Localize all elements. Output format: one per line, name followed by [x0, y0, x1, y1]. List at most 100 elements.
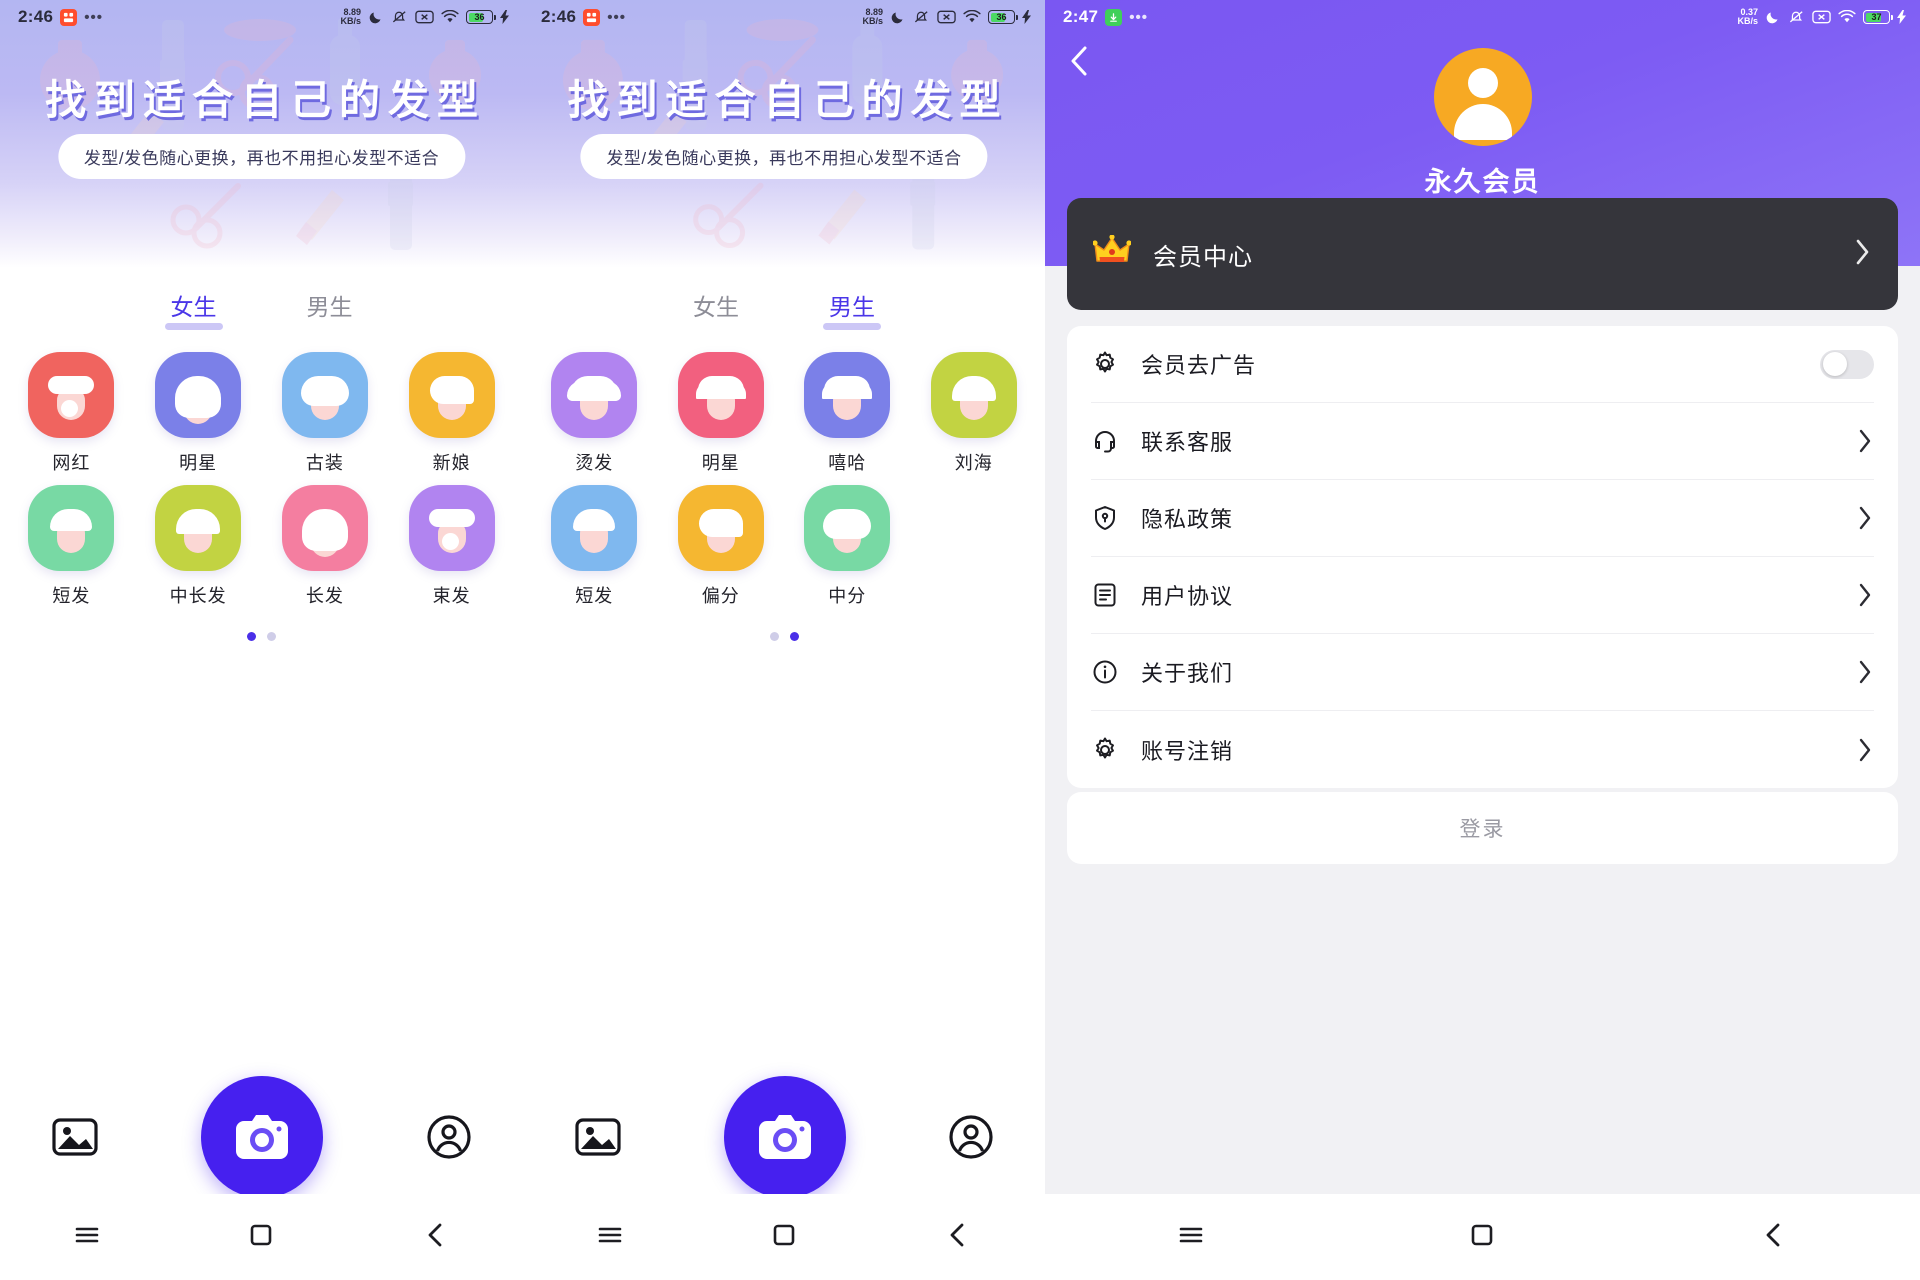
hairstyle-label: 明星	[179, 453, 218, 473]
hairstyle-label: 明星	[701, 453, 740, 473]
settings-row-remove-ads[interactable]: 会员去广告	[1091, 326, 1874, 403]
moon-icon	[1765, 9, 1781, 25]
hairstyle-thumb	[408, 485, 495, 571]
member-center-card[interactable]: 会员中心	[1067, 198, 1898, 310]
info-icon	[1091, 658, 1125, 686]
mute-bell-icon	[1788, 9, 1805, 25]
nav-recents-button[interactable]	[1176, 1220, 1206, 1255]
gallery-button[interactable]	[52, 1117, 98, 1157]
remove-ads-toggle[interactable]	[1820, 349, 1874, 379]
hairstyle-label: 网红	[52, 453, 91, 473]
app-badge-icon	[60, 8, 78, 26]
hairstyle-item[interactable]: 短发	[8, 485, 135, 608]
hairstyle-item[interactable]: 束发	[388, 485, 515, 608]
pager-dot[interactable]	[267, 632, 276, 641]
hairstyle-thumb	[155, 485, 242, 571]
profile-button[interactable]	[949, 1115, 993, 1159]
wifi-icon	[1838, 10, 1856, 24]
settings-label: 会员去广告	[1141, 353, 1257, 378]
pager-dot-active[interactable]	[247, 632, 256, 641]
hairstyle-label: 嘻哈	[828, 453, 867, 473]
camera-button[interactable]	[723, 1076, 846, 1198]
status-time: 2:46	[18, 7, 54, 26]
tab-female[interactable]: 女生	[687, 286, 745, 330]
network-speed-unit: KB/s	[340, 16, 361, 26]
pager-dot-active[interactable]	[789, 632, 799, 641]
hairstyle-label: 短发	[52, 586, 91, 606]
android-nav-bar-middle	[523, 1194, 1045, 1280]
hairstyle-thumb	[281, 352, 368, 438]
hairstyle-item[interactable]: 烫发	[531, 352, 658, 475]
chevron-right-icon	[1856, 658, 1874, 686]
hairstyle-item[interactable]: 明星	[135, 352, 262, 475]
app-badge-icon	[583, 8, 601, 26]
battery-icon: 36	[466, 10, 496, 24]
hairstyle-item[interactable]: 嘻哈	[784, 352, 911, 475]
hairstyle-thumb	[408, 352, 495, 438]
chevron-right-icon	[1852, 236, 1872, 273]
avatar[interactable]	[1433, 48, 1532, 146]
hairstyle-label: 中分	[828, 586, 867, 606]
hairstyle-item-empty	[911, 485, 1038, 608]
hairstyle-item[interactable]: 短发	[531, 485, 658, 608]
nav-recents-button[interactable]	[72, 1220, 102, 1255]
hairstyle-item[interactable]: 中长发	[135, 485, 262, 608]
tab-male[interactable]: 男生	[823, 286, 881, 330]
network-speed: 8.89 KB/s	[862, 8, 883, 26]
tab-male[interactable]: 男生	[301, 286, 359, 330]
settings-label: 用户协议	[1141, 584, 1234, 609]
settings-label: 联系客服	[1141, 430, 1234, 455]
hairstyle-item[interactable]: 网红	[8, 352, 135, 475]
nav-home-button[interactable]	[246, 1220, 276, 1255]
hairstyle-label: 古装	[305, 453, 344, 473]
nav-back-button[interactable]	[1759, 1220, 1789, 1255]
hero-banner: 找到适合自己的发型 发型/发色随心更换，再也不用担心发型不适合	[0, 0, 523, 268]
pager-dot[interactable]	[769, 632, 779, 641]
settings-row-user-agreement[interactable]: 用户协议	[1091, 557, 1874, 634]
gender-tabs-middle: 女生 男生	[523, 286, 1045, 330]
settings-row-about-us[interactable]: 关于我们	[1091, 634, 1874, 711]
hairstyle-item[interactable]: 古装	[262, 352, 389, 475]
hairstyle-item[interactable]: 偏分	[658, 485, 785, 608]
status-bar-left-group: 2:46 •••	[18, 7, 103, 27]
download-badge-icon	[1105, 8, 1123, 26]
status-overflow-dots: •••	[1129, 8, 1148, 26]
camera-button[interactable]	[201, 1076, 324, 1198]
banner-title: 找到适合自己的发型	[567, 77, 1009, 123]
screen-home-male: 2:46 ••• 8.89 KB/s 36 找到适合自己的发型 发型/发色随心更…	[523, 0, 1045, 1280]
settings-row-privacy-policy[interactable]: 隐私政策	[1091, 480, 1874, 557]
nav-recents-button[interactable]	[595, 1220, 625, 1255]
gallery-button[interactable]	[575, 1117, 621, 1157]
profile-button[interactable]	[427, 1115, 471, 1159]
status-bar-right-group: 8.89 KB/s 36	[862, 8, 1031, 26]
login-button[interactable]: 登录	[1067, 792, 1898, 864]
hairstyle-item[interactable]: 新娘	[388, 352, 515, 475]
hairstyle-thumb	[28, 485, 115, 571]
back-button[interactable]	[1067, 44, 1093, 83]
hero-banner: 找到适合自己的发型 发型/发色随心更换，再也不用担心发型不适合	[523, 0, 1045, 268]
mute-bell-icon	[391, 9, 408, 25]
nav-home-button[interactable]	[769, 1220, 799, 1255]
settings-control[interactable]	[1820, 349, 1874, 379]
network-speed-unit: KB/s	[1737, 16, 1758, 26]
hairstyle-label: 偏分	[701, 586, 740, 606]
person-circle-icon	[949, 1115, 993, 1159]
hairstyle-label: 中长发	[169, 586, 227, 606]
settings-row-contact-support[interactable]: 联系客服	[1091, 403, 1874, 480]
status-overflow-dots: •••	[84, 8, 103, 26]
no-sim-icon	[937, 10, 956, 24]
shield-icon	[1091, 504, 1125, 532]
nav-back-button[interactable]	[943, 1220, 973, 1255]
nav-home-button[interactable]	[1467, 1220, 1497, 1255]
settings-row-delete-account[interactable]: 账号注销	[1091, 711, 1874, 788]
hairstyle-item[interactable]: 中分	[784, 485, 911, 608]
hairstyle-item[interactable]: 明星	[658, 352, 785, 475]
chevron-right-icon	[1856, 427, 1874, 455]
nav-back-button[interactable]	[421, 1220, 451, 1255]
hairstyle-item[interactable]: 长发	[262, 485, 389, 608]
hairstyle-thumb	[551, 485, 638, 571]
hairstyle-thumb	[551, 352, 638, 438]
tab-female[interactable]: 女生	[164, 286, 223, 330]
login-label: 登录	[1459, 818, 1506, 841]
hairstyle-item[interactable]: 刘海	[911, 352, 1038, 475]
